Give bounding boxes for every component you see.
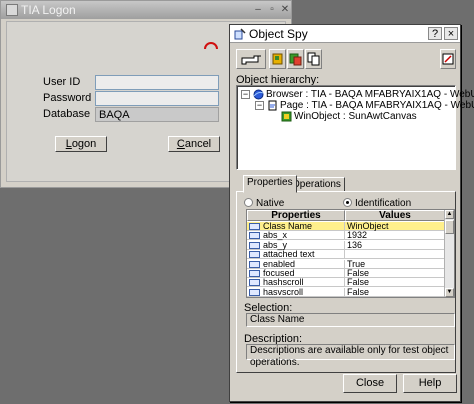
property-icon: [249, 288, 260, 296]
close-button[interactable]: Close: [343, 374, 397, 393]
cancel-button[interactable]: Cancel: [168, 136, 220, 152]
cancel-button-accelerator: C: [176, 138, 185, 150]
cancel-button-label: ancel: [184, 138, 212, 150]
object-spy-titlebar[interactable]: Object Spy ? ×: [230, 25, 460, 43]
logon-button-label: ogon: [71, 138, 97, 150]
column-header-properties[interactable]: Properties: [247, 210, 345, 221]
property-name: hasvscroll: [263, 286, 304, 297]
property-value-cell: [345, 250, 445, 260]
tree-node-label: Browser : TIA - BAQA MFABRYAIX1AQ - WebU…: [266, 89, 474, 100]
add-to-repository-icon: [289, 53, 302, 66]
logon-titlebar[interactable]: TIA Logon – ▫ ✕: [1, 1, 291, 19]
close-icon[interactable]: ✕: [279, 3, 291, 16]
native-radio[interactable]: Native: [244, 198, 284, 209]
tree-node-label: WinObject : SunAwtCanvas: [294, 111, 417, 122]
property-name-cell: abs_x: [247, 231, 345, 241]
winobject-icon: [281, 111, 292, 122]
property-name-cell: enabled: [247, 259, 345, 269]
loading-arc-icon: [204, 42, 218, 50]
database-label: Database: [43, 108, 91, 120]
maximize-icon[interactable]: ▫: [266, 3, 278, 16]
object-spy-title: Object Spy: [249, 27, 308, 41]
radio-dot: [244, 198, 253, 207]
object-spy-window: Object Spy ? × Object hierarchy: − Brows…: [229, 24, 474, 402]
pointing-hand-button[interactable]: [236, 49, 266, 69]
properties-scrollbar[interactable]: ▲ ▼: [444, 210, 454, 297]
object-hierarchy-tree[interactable]: − Browser : TIA - BAQA MFABRYAIX1AQ - We…: [236, 85, 474, 170]
selection-field: Class Name: [246, 313, 455, 327]
property-name-cell: hasvscroll: [247, 286, 345, 297]
scroll-up-icon[interactable]: ▲: [445, 210, 454, 219]
identification-radio-label: Identification: [355, 198, 412, 209]
property-value-cell: False: [345, 287, 445, 297]
password-label: Password: [43, 92, 92, 104]
property-name-cell: attached text: [247, 250, 345, 260]
minimize-icon[interactable]: –: [252, 3, 264, 16]
close-icon[interactable]: ×: [444, 27, 458, 40]
database-field[interactable]: [95, 107, 219, 122]
radio-dot-selected: [343, 198, 352, 207]
user-id-label: User ID: [43, 76, 81, 88]
property-icon: [249, 279, 260, 287]
property-icon: [249, 251, 260, 259]
scroll-down-icon[interactable]: ▼: [445, 288, 454, 297]
tree-node-label: Page : TIA - BAQA MFABRYAIX1AQ - WebUtil: [280, 100, 474, 111]
collapse-icon[interactable]: −: [241, 90, 250, 99]
pin-icon: [442, 53, 454, 65]
page-icon: [268, 100, 277, 111]
pin-window-button[interactable]: [440, 49, 456, 69]
object-spy-app-icon: [234, 28, 246, 40]
pointing-hand-icon: [241, 55, 261, 65]
column-header-values[interactable]: Values: [345, 210, 445, 221]
app-menu-icon[interactable]: [6, 4, 18, 16]
property-value-cell: 136: [345, 240, 445, 250]
description-field: Descriptions are available only for test…: [246, 344, 455, 368]
logon-button[interactable]: Logon: [55, 136, 107, 152]
logon-title: TIA Logon: [21, 3, 76, 17]
browser-icon: [253, 89, 264, 100]
property-name-cell: Class Name: [247, 222, 345, 231]
property-icon: [249, 232, 260, 240]
collapse-icon[interactable]: −: [255, 101, 264, 110]
property-icon: [249, 241, 260, 249]
identification-radio[interactable]: Identification: [343, 198, 411, 209]
property-icon: [249, 260, 260, 268]
tab-properties[interactable]: Properties: [243, 175, 297, 193]
user-id-input[interactable]: [95, 75, 219, 90]
password-input[interactable]: [95, 91, 219, 106]
copy-button[interactable]: [305, 49, 322, 69]
table-row[interactable]: hasvscroll False: [247, 286, 445, 297]
add-to-repository-button[interactable]: [287, 49, 304, 69]
help-button[interactable]: Help: [403, 374, 457, 393]
native-radio-label: Native: [256, 198, 285, 209]
highlight-object-icon: [272, 53, 283, 65]
property-icon: [249, 270, 260, 277]
help-icon[interactable]: ?: [428, 27, 442, 40]
properties-grid[interactable]: Properties Values Class Name WinObject abs…: [246, 209, 455, 298]
property-icon: [249, 223, 260, 230]
scroll-thumb[interactable]: [445, 220, 454, 234]
highlight-object-button[interactable]: [269, 49, 286, 69]
copy-icon: [307, 52, 320, 66]
